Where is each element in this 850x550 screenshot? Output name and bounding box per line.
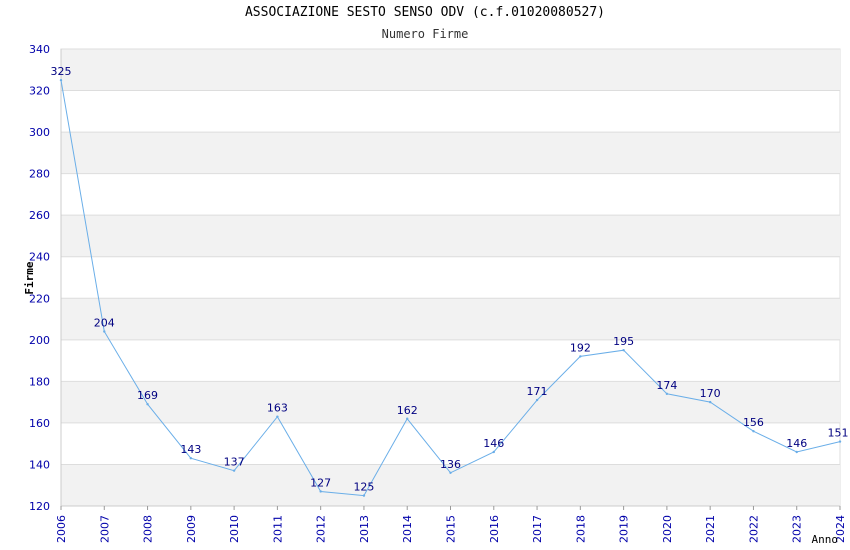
data-label: 127	[310, 476, 331, 489]
data-point	[59, 78, 63, 82]
data-label: 151	[828, 427, 849, 440]
data-point	[232, 469, 236, 472]
data-label: 162	[397, 404, 418, 417]
data-label: 146	[786, 437, 807, 450]
data-point	[665, 392, 669, 396]
x-tick-label: 2015	[445, 515, 458, 543]
x-tick-label: 2009	[185, 515, 198, 543]
y-tick-label: 200	[29, 334, 50, 347]
x-tick-label: 2008	[142, 515, 155, 543]
data-label: 169	[137, 389, 158, 402]
data-point	[622, 349, 625, 352]
x-tick-label: 2023	[791, 515, 804, 543]
x-tick-label: 2020	[661, 515, 674, 543]
grid-band	[61, 381, 840, 423]
plot-area	[60, 48, 841, 507]
data-point	[146, 403, 149, 406]
data-label: 170	[700, 387, 721, 400]
x-tick-label: 2006	[55, 515, 68, 543]
x-tick-label: 2022	[747, 515, 760, 543]
y-tick-label: 320	[29, 85, 50, 98]
data-point	[752, 430, 755, 433]
data-point	[838, 440, 842, 443]
y-tick-label: 120	[29, 500, 50, 513]
x-tick-label: 2012	[315, 515, 328, 543]
x-tick-label: 2007	[98, 515, 111, 543]
x-tick-label: 2021	[704, 515, 717, 543]
data-label: 171	[527, 385, 548, 398]
data-label: 137	[224, 456, 245, 469]
grid-band	[61, 298, 840, 340]
y-tick-label: 300	[29, 126, 50, 139]
chart-root: ASSOCIAZIONE SESTO SENSO ODV (c.f.010200…	[0, 0, 850, 550]
data-point	[319, 490, 322, 493]
y-tick-label: 340	[29, 43, 50, 56]
x-tick-label: 2010	[228, 515, 241, 543]
data-point	[189, 457, 193, 460]
grid-band	[61, 49, 840, 91]
x-tick-label: 2014	[401, 515, 414, 543]
y-tick-label: 280	[29, 168, 50, 181]
y-tick-label: 260	[29, 209, 50, 222]
x-tick-label: 2019	[618, 515, 631, 543]
y-tick-label: 160	[29, 417, 50, 430]
data-label: 174	[656, 379, 677, 392]
y-tick-label: 180	[29, 375, 50, 388]
data-label: 156	[743, 416, 764, 429]
data-label: 125	[353, 481, 374, 494]
y-axis-title: Firme	[23, 261, 36, 294]
y-tick-label: 140	[29, 458, 50, 471]
data-point	[708, 400, 712, 404]
data-label: 192	[570, 341, 591, 354]
data-point	[449, 471, 452, 474]
data-label: 325	[51, 65, 72, 78]
x-tick-label: 2011	[271, 515, 284, 543]
data-point	[406, 417, 409, 420]
data-label: 146	[483, 437, 504, 450]
data-point	[362, 494, 366, 497]
data-point	[579, 355, 582, 358]
data-label: 143	[180, 443, 201, 456]
chart-svg: 1201401601802002202402602803003203402006…	[23, 43, 849, 546]
data-label: 195	[613, 335, 634, 348]
x-tick-label: 2016	[488, 515, 501, 543]
x-axis-title: Anno	[812, 533, 839, 546]
data-label: 204	[94, 317, 115, 330]
data-point	[492, 450, 495, 454]
data-label: 163	[267, 402, 288, 415]
x-tick-label: 2013	[358, 515, 371, 543]
data-point	[276, 415, 279, 418]
data-point	[103, 330, 106, 333]
grid-band	[61, 132, 840, 174]
data-point	[795, 450, 798, 454]
data-point	[535, 398, 539, 402]
data-label: 136	[440, 458, 461, 471]
x-tick-label: 2018	[574, 515, 587, 543]
grid-band	[61, 215, 840, 257]
x-tick-label: 2017	[531, 515, 544, 543]
